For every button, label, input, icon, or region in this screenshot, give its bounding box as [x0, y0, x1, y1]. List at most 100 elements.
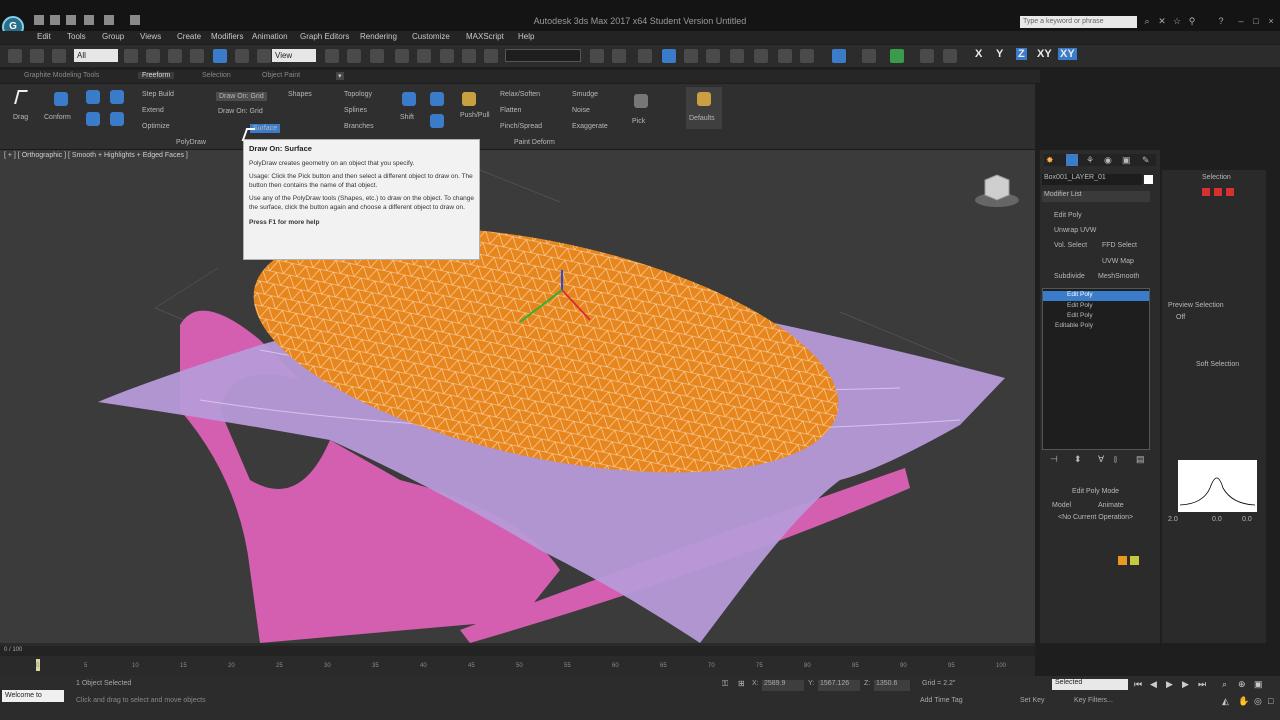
close-icon[interactable]: × — [1265, 16, 1277, 27]
smudge-button[interactable]: Smudge — [572, 91, 598, 98]
menu-edit[interactable]: Edit — [37, 32, 51, 41]
exchange-icon[interactable]: ✕ — [1156, 16, 1168, 27]
noise-button[interactable]: Noise — [572, 107, 590, 114]
selection-filter-dropdown[interactable]: All — [74, 49, 118, 62]
binoculars-icon[interactable]: ⌕ — [1141, 16, 1153, 27]
topology-button[interactable]: Topology — [344, 91, 372, 98]
defaults-button[interactable]: Defaults — [686, 87, 722, 129]
mod-button-4[interactable]: FFD Select — [1102, 242, 1137, 249]
graphite-toggle-icon[interactable] — [684, 49, 698, 63]
draw-on-grid-button[interactable]: Draw On: Grid — [216, 92, 267, 101]
account-icon[interactable]: ⚲ — [1186, 16, 1198, 27]
maxscript-listener[interactable]: Welcome to MAXScript. — [2, 690, 64, 702]
edge-mode-icon[interactable] — [1214, 188, 1222, 196]
mod-button-2[interactable]: Unwrap UVW — [1054, 227, 1096, 234]
zoom-icon[interactable]: ⌕ — [1222, 679, 1227, 690]
align-icon[interactable] — [612, 49, 626, 63]
extend-button[interactable]: Extend — [142, 107, 164, 114]
snap-toggle-icon[interactable] — [395, 49, 409, 63]
populate-icon[interactable] — [890, 49, 904, 63]
menu-customize[interactable]: Customize — [412, 32, 450, 41]
splines-button[interactable]: Splines — [344, 107, 367, 114]
pin-stack-icon[interactable]: ⊣ — [1050, 454, 1058, 465]
stack-item-edit-poly-3[interactable]: Edit Poly — [1043, 312, 1149, 322]
mode-model-radio[interactable]: Model — [1052, 502, 1071, 509]
shift-brush-icon[interactable] — [430, 114, 444, 128]
shapes-button[interactable]: Shapes — [288, 91, 312, 98]
link-icon[interactable] — [8, 49, 22, 63]
modify-tab-icon[interactable] — [1066, 154, 1078, 166]
menu-create[interactable]: Create — [177, 32, 201, 41]
pick-icon[interactable] — [634, 94, 648, 108]
a360-icon[interactable] — [862, 49, 876, 63]
mirror-icon[interactable] — [590, 49, 604, 63]
settings-icon[interactable] — [1130, 556, 1139, 565]
z-coordinate-field[interactable]: 1350.6 — [874, 680, 910, 691]
step-build-button[interactable]: Step Build — [142, 91, 174, 98]
zoom-extents-icon[interactable]: ▣ — [1254, 679, 1263, 690]
optimize-button[interactable]: Optimize — [142, 123, 170, 130]
bind-space-warp-icon[interactable] — [52, 49, 66, 63]
soft-selection-title[interactable]: Soft Selection — [1196, 361, 1239, 368]
unlink-icon[interactable] — [30, 49, 44, 63]
schematic-view-icon[interactable] — [730, 49, 744, 63]
motion-tab-icon[interactable]: ◉ — [1104, 155, 1112, 166]
menu-help[interactable]: Help — [518, 32, 534, 41]
maximize-icon[interactable]: □ — [1250, 16, 1262, 27]
curve-editor-icon[interactable] — [706, 49, 720, 63]
minimize-icon[interactable]: – — [1235, 16, 1247, 27]
timeline[interactable]: 0 / 100 0 5 10 15 20 25 30 35 40 45 50 55 60 65 70 75 80… — [0, 643, 1035, 676]
select-and-move-icon[interactable] — [213, 49, 227, 63]
menu-rendering[interactable]: Rendering — [360, 32, 397, 41]
edit-named-selection-icon[interactable] — [484, 49, 498, 63]
star-icon[interactable]: ☆ — [1171, 16, 1183, 27]
draw-on-surface-button[interactable]: Draw On: Grid — [218, 108, 263, 115]
menu-animation[interactable]: Animation — [252, 32, 288, 41]
named-selection-dropdown[interactable] — [505, 49, 581, 62]
rendered-frame-icon[interactable] — [800, 49, 814, 63]
relax-soften-button[interactable]: Relax/Soften — [500, 91, 540, 98]
search-input[interactable]: Type a keyword or phrase — [1020, 16, 1137, 28]
axis-y-button[interactable]: Y — [996, 48, 1003, 60]
conform-icon[interactable] — [54, 92, 68, 106]
menu-tools[interactable]: Tools — [67, 32, 86, 41]
select-object-icon[interactable] — [124, 49, 138, 63]
manipulate-icon[interactable] — [347, 49, 361, 63]
next-frame-icon[interactable]: ▶ — [1182, 679, 1189, 690]
axis-xy-active-button[interactable]: XY — [1058, 48, 1077, 60]
go-to-start-icon[interactable]: ⏮ — [1134, 679, 1142, 690]
layer-explorer-icon[interactable] — [662, 49, 676, 63]
conform-brush-4-icon[interactable] — [110, 112, 124, 126]
mod-button-6[interactable]: Subdivide — [1054, 273, 1085, 280]
axis-xy-button[interactable]: XY — [1037, 48, 1052, 60]
viewport-perspective[interactable]: [ + ] [ Orthographic ] [ Smooth + Highli… — [0, 150, 1035, 643]
menu-graph-editors[interactable]: Graph Editors — [300, 32, 349, 41]
configure-sets-icon[interactable]: ▤ — [1136, 454, 1145, 465]
zoom-all-icon[interactable]: ⊕ — [1238, 679, 1246, 690]
reference-coordinate-dropdown[interactable]: View — [272, 49, 316, 62]
stack-item-edit-poly-selected[interactable]: Edit Poly — [1043, 291, 1149, 301]
branches-button[interactable]: Branches — [344, 123, 374, 130]
scene-explorer-icon[interactable] — [638, 49, 652, 63]
stack-item-editable-poly[interactable]: Editable Poly — [1043, 322, 1149, 332]
commit-icon[interactable] — [1118, 556, 1127, 565]
ribbon-options-icon[interactable]: ▾ — [336, 72, 344, 80]
pan-icon[interactable]: ✋ — [1238, 696, 1249, 707]
y-coordinate-field[interactable]: 1567.126 — [818, 680, 860, 691]
material-editor-icon[interactable] — [754, 49, 768, 63]
isolate-icon[interactable] — [943, 49, 957, 63]
play-icon[interactable]: ▶ — [1166, 679, 1173, 690]
modifier-list-dropdown[interactable]: Modifier List — [1042, 191, 1150, 202]
stack-item-edit-poly-2[interactable]: Edit Poly — [1043, 302, 1149, 312]
exaggerate-button[interactable]: Exaggerate — [572, 123, 608, 130]
pinch-spread-button[interactable]: Pinch/Spread — [500, 123, 542, 130]
modifier-stack[interactable]: Edit Poly Edit Poly Edit Poly Editable P… — [1042, 288, 1150, 450]
mod-button-3[interactable]: Vol. Select — [1054, 242, 1087, 249]
menu-modifiers[interactable]: Modifiers — [211, 32, 243, 41]
tab-freeform[interactable]: Freeform — [138, 72, 175, 79]
object-name-field[interactable]: Box001_LAYER_01 — [1042, 174, 1142, 185]
help-icon[interactable]: ? — [1215, 16, 1227, 27]
percent-snap-icon[interactable] — [440, 49, 454, 63]
key-filters-button[interactable]: Key Filters... — [1074, 697, 1113, 704]
spinner-snap-icon[interactable] — [462, 49, 476, 63]
